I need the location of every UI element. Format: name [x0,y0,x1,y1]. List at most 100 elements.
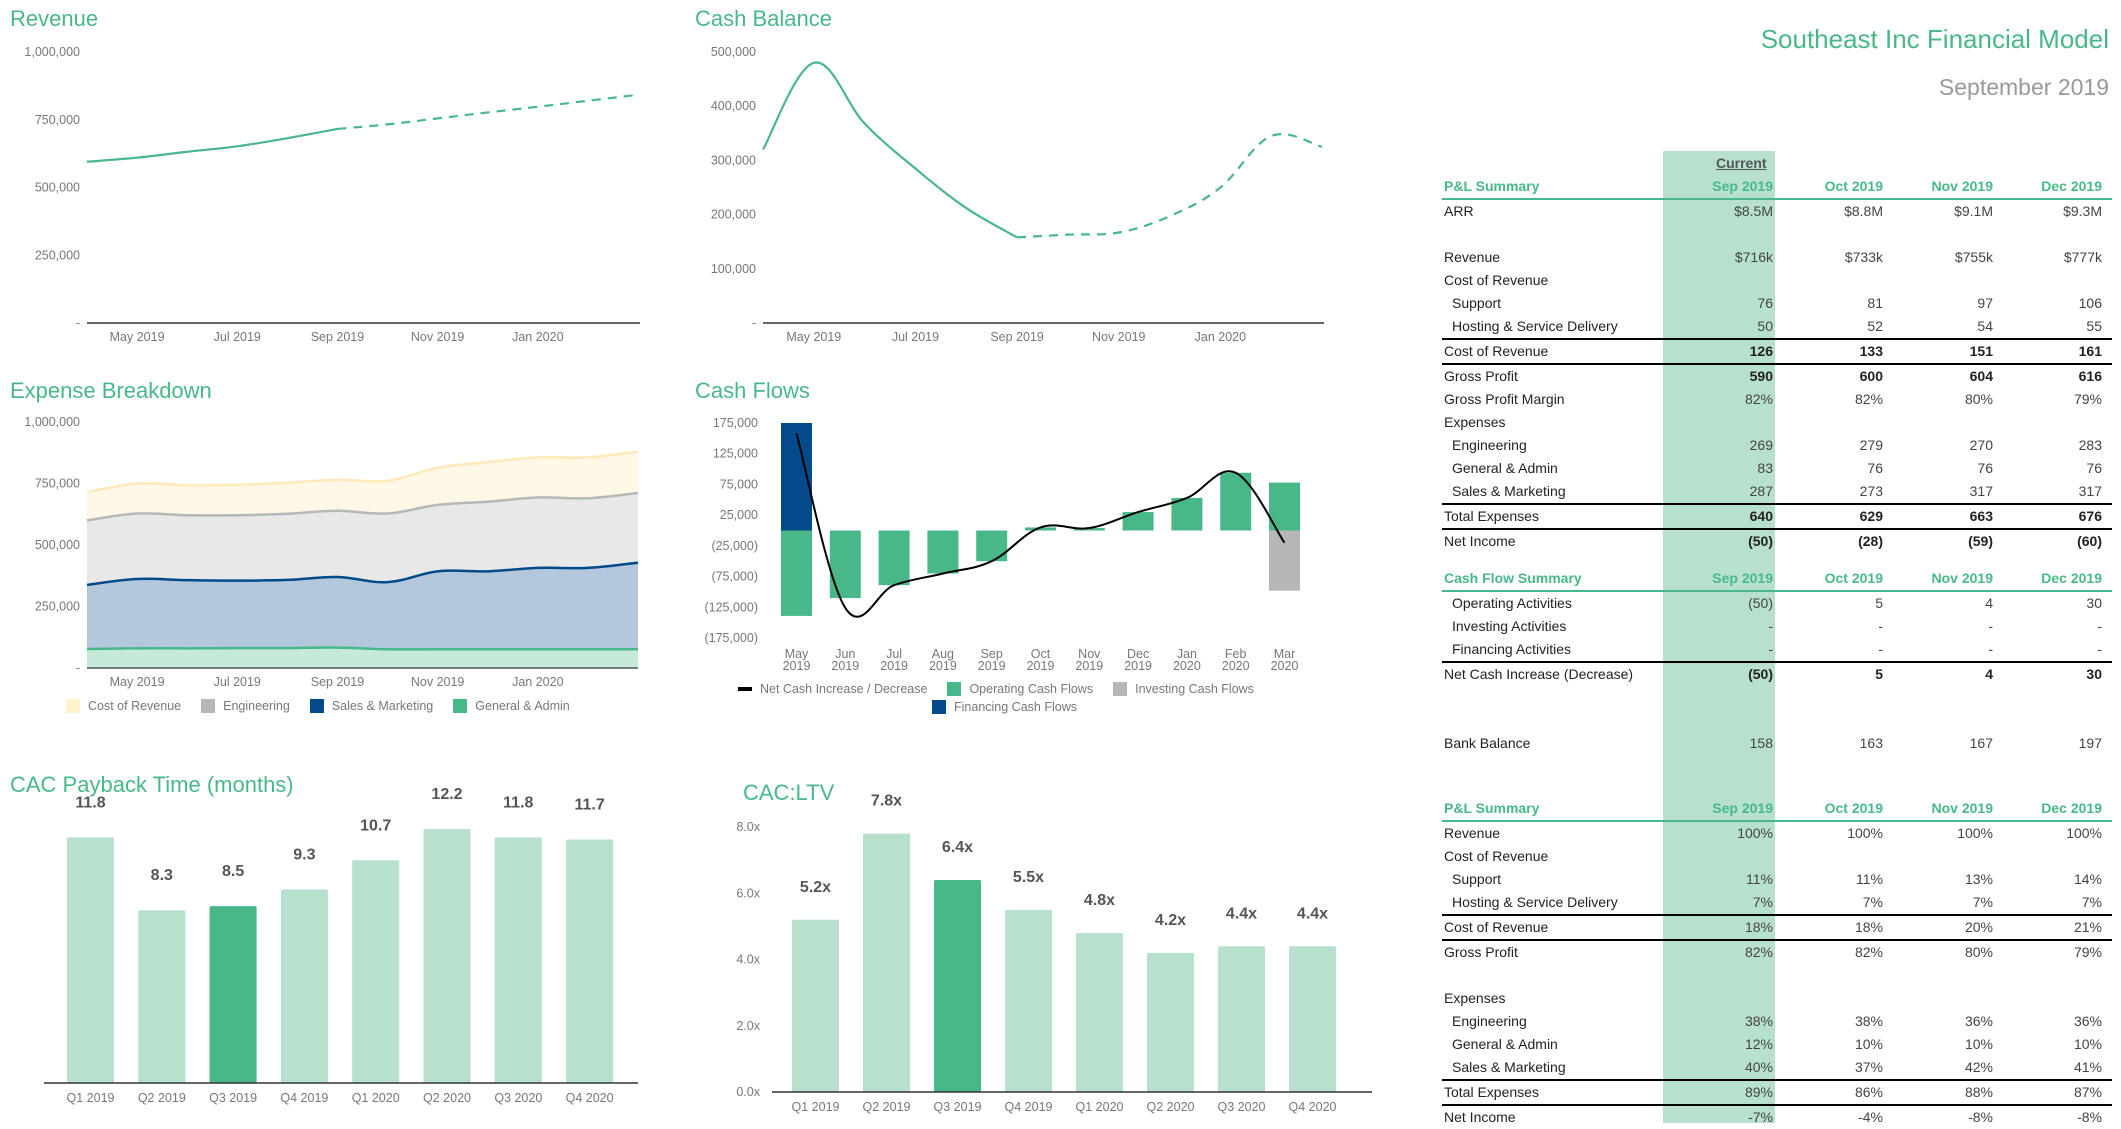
spacer-row [1442,709,2112,732]
section-header: P&L Summary [1444,800,1540,816]
y-tick-label: 4.0x [736,953,760,967]
cell-value: 604 [1969,368,1993,384]
table-row-operating-activities: Operating Activities (50) 5 4 30 [1442,592,2112,615]
cell-value: 14% [2073,871,2102,887]
y-tick-label: (75,000) [711,570,758,584]
x-tick-label: Q2 2019 [863,1100,911,1114]
cell-value: 76 [2086,460,2102,476]
cell-value: 279 [1859,437,1883,453]
column-header: Sep 2019 [1712,800,1773,816]
cell-value: 126 [1749,343,1773,359]
legend-label: Engineering [223,699,290,713]
bar-q2-2019 [138,910,186,1083]
bar-operating-cash-flows-sep-2019 [976,530,1008,562]
x-tick-label: Nov 2019 [411,330,465,344]
x-tick-label: 2019 [831,659,859,673]
legend-swatch [201,699,216,713]
spacer-row [1442,964,2112,987]
data-label: 5.2x [800,879,831,896]
x-tick-label: Sep 2019 [311,675,365,689]
table-row-revenue: Revenue 100% 100% 100% 100% [1442,822,2112,845]
legend-item-net-cash: Net Cash Increase / Decrease [738,682,927,696]
cell-value: 55 [2086,318,2102,334]
cash-flow-summary-table: Cash Flow Summary Sep 2019 Oct 2019 Nov 201… [1442,567,2112,755]
x-tick-label: Q1 2020 [352,1091,400,1105]
row-label: Sales & Marketing [1452,483,1566,499]
column-header: Oct 2019 [1824,178,1883,194]
x-tick-label: Q3 2019 [209,1091,257,1105]
cell-value: (60) [2077,533,2102,549]
table-row-gross-profit: Gross Profit 82% 82% 80% 79% [1442,939,2112,964]
data-label: 4.4x [1297,905,1328,922]
table-row-bank-balance: Bank Balance 158 163 167 197 [1442,732,2112,755]
section-header: P&L Summary [1444,178,1540,194]
cell-value: 676 [2078,508,2102,524]
legend-item-investing: Investing Cash Flows [1113,682,1254,696]
x-tick-label: Nov 2019 [1092,330,1146,344]
x-tick-label: Q3 2020 [1218,1100,1266,1114]
bar-q1-2020 [352,860,400,1083]
cell-value: 317 [1969,483,1993,499]
cell-value: 76 [1757,295,1773,311]
pl-percent-table: P&L Summary Sep 2019 Oct 2019 Nov 2019 Dec 2… [1442,797,2112,1129]
row-label: Support [1452,871,1502,887]
data-label: 9.3 [293,846,315,863]
forecast-line [337,93,639,131]
cell-value: 13% [1964,871,1993,887]
legend-swatch [932,700,946,714]
cell-value: 4 [1985,666,1993,682]
cell-value: 100% [1847,825,1883,841]
cell-value: 158 [1749,735,1773,751]
table-header-row: P&L Summary Sep 2019 Oct 2019 Nov 2019 Dec 2… [1442,175,2112,200]
legend-label: Investing Cash Flows [1135,682,1254,696]
cell-value: 10% [1964,1036,1993,1052]
cell-value: 7% [1862,894,1883,910]
data-label: 4.2x [1155,912,1186,929]
x-tick-label: Jan 2020 [512,330,563,344]
bar-operating-cash-flows-may-2019 [781,530,812,616]
cell-value: 629 [1859,508,1883,524]
bar-q3-2019 [934,880,981,1092]
row-label: Engineering [1452,1013,1527,1029]
cell-value: 37% [1854,1059,1883,1075]
cell-value: - [1878,618,1883,634]
cell-value: 7% [2081,894,2102,910]
table-row-revenue: Revenue $716k $733k $755k $777k [1442,246,2112,269]
cell-value: 21% [2073,919,2102,935]
cell-value: 5 [1875,595,1883,611]
y-tick-label: - [76,661,80,675]
column-header: Nov 2019 [1931,570,1993,586]
row-label: Revenue [1444,249,1501,265]
legend-swatch [453,699,468,713]
cell-value: 79% [2073,391,2102,407]
table-row-hosting-service-delivery: Hosting & Service Delivery 7% 7% 7% 7% [1442,891,2112,914]
cell-value: 151 [1969,343,1993,359]
column-header: Nov 2019 [1931,178,1993,194]
y-tick-label: 400,000 [711,99,756,113]
cell-value: 83 [1757,460,1773,476]
cash-flows-legend-row1: Net Cash Increase / Decrease Operating C… [738,682,1268,696]
x-tick-label: Q4 2020 [566,1091,614,1105]
y-tick-label: 500,000 [711,45,756,59]
bar-q2-2020 [423,829,471,1083]
cell-value: 100% [1957,825,1993,841]
legend-swatch-line [738,687,752,691]
x-tick-label: 2020 [1222,659,1250,673]
y-tick-label: (175,000) [704,631,758,645]
x-tick-label: Jul 2019 [892,330,939,344]
cell-value: 50 [1757,318,1773,334]
column-header: Sep 2019 [1712,570,1773,586]
pl-summary-table: P&L Summary Sep 2019 Oct 2019 Nov 2019 Dec 2… [1442,175,2112,553]
legend-item-general-admin: General & Admin [453,699,570,713]
row-label: Cost of Revenue [1444,272,1549,288]
bar-operating-cash-flows-jan-2020 [1171,497,1203,531]
row-label: Net Income [1444,533,1516,549]
legend-item-financing: Financing Cash Flows [932,700,1077,714]
y-tick-label: 500,000 [35,181,80,195]
data-label: 6.4x [942,839,973,856]
column-header: Nov 2019 [1931,800,1993,816]
y-tick-label: (125,000) [704,600,758,614]
data-label: 8.3 [151,867,173,884]
x-tick-label: Jan 2020 [512,675,563,689]
x-tick-label: Sep 2019 [311,330,365,344]
